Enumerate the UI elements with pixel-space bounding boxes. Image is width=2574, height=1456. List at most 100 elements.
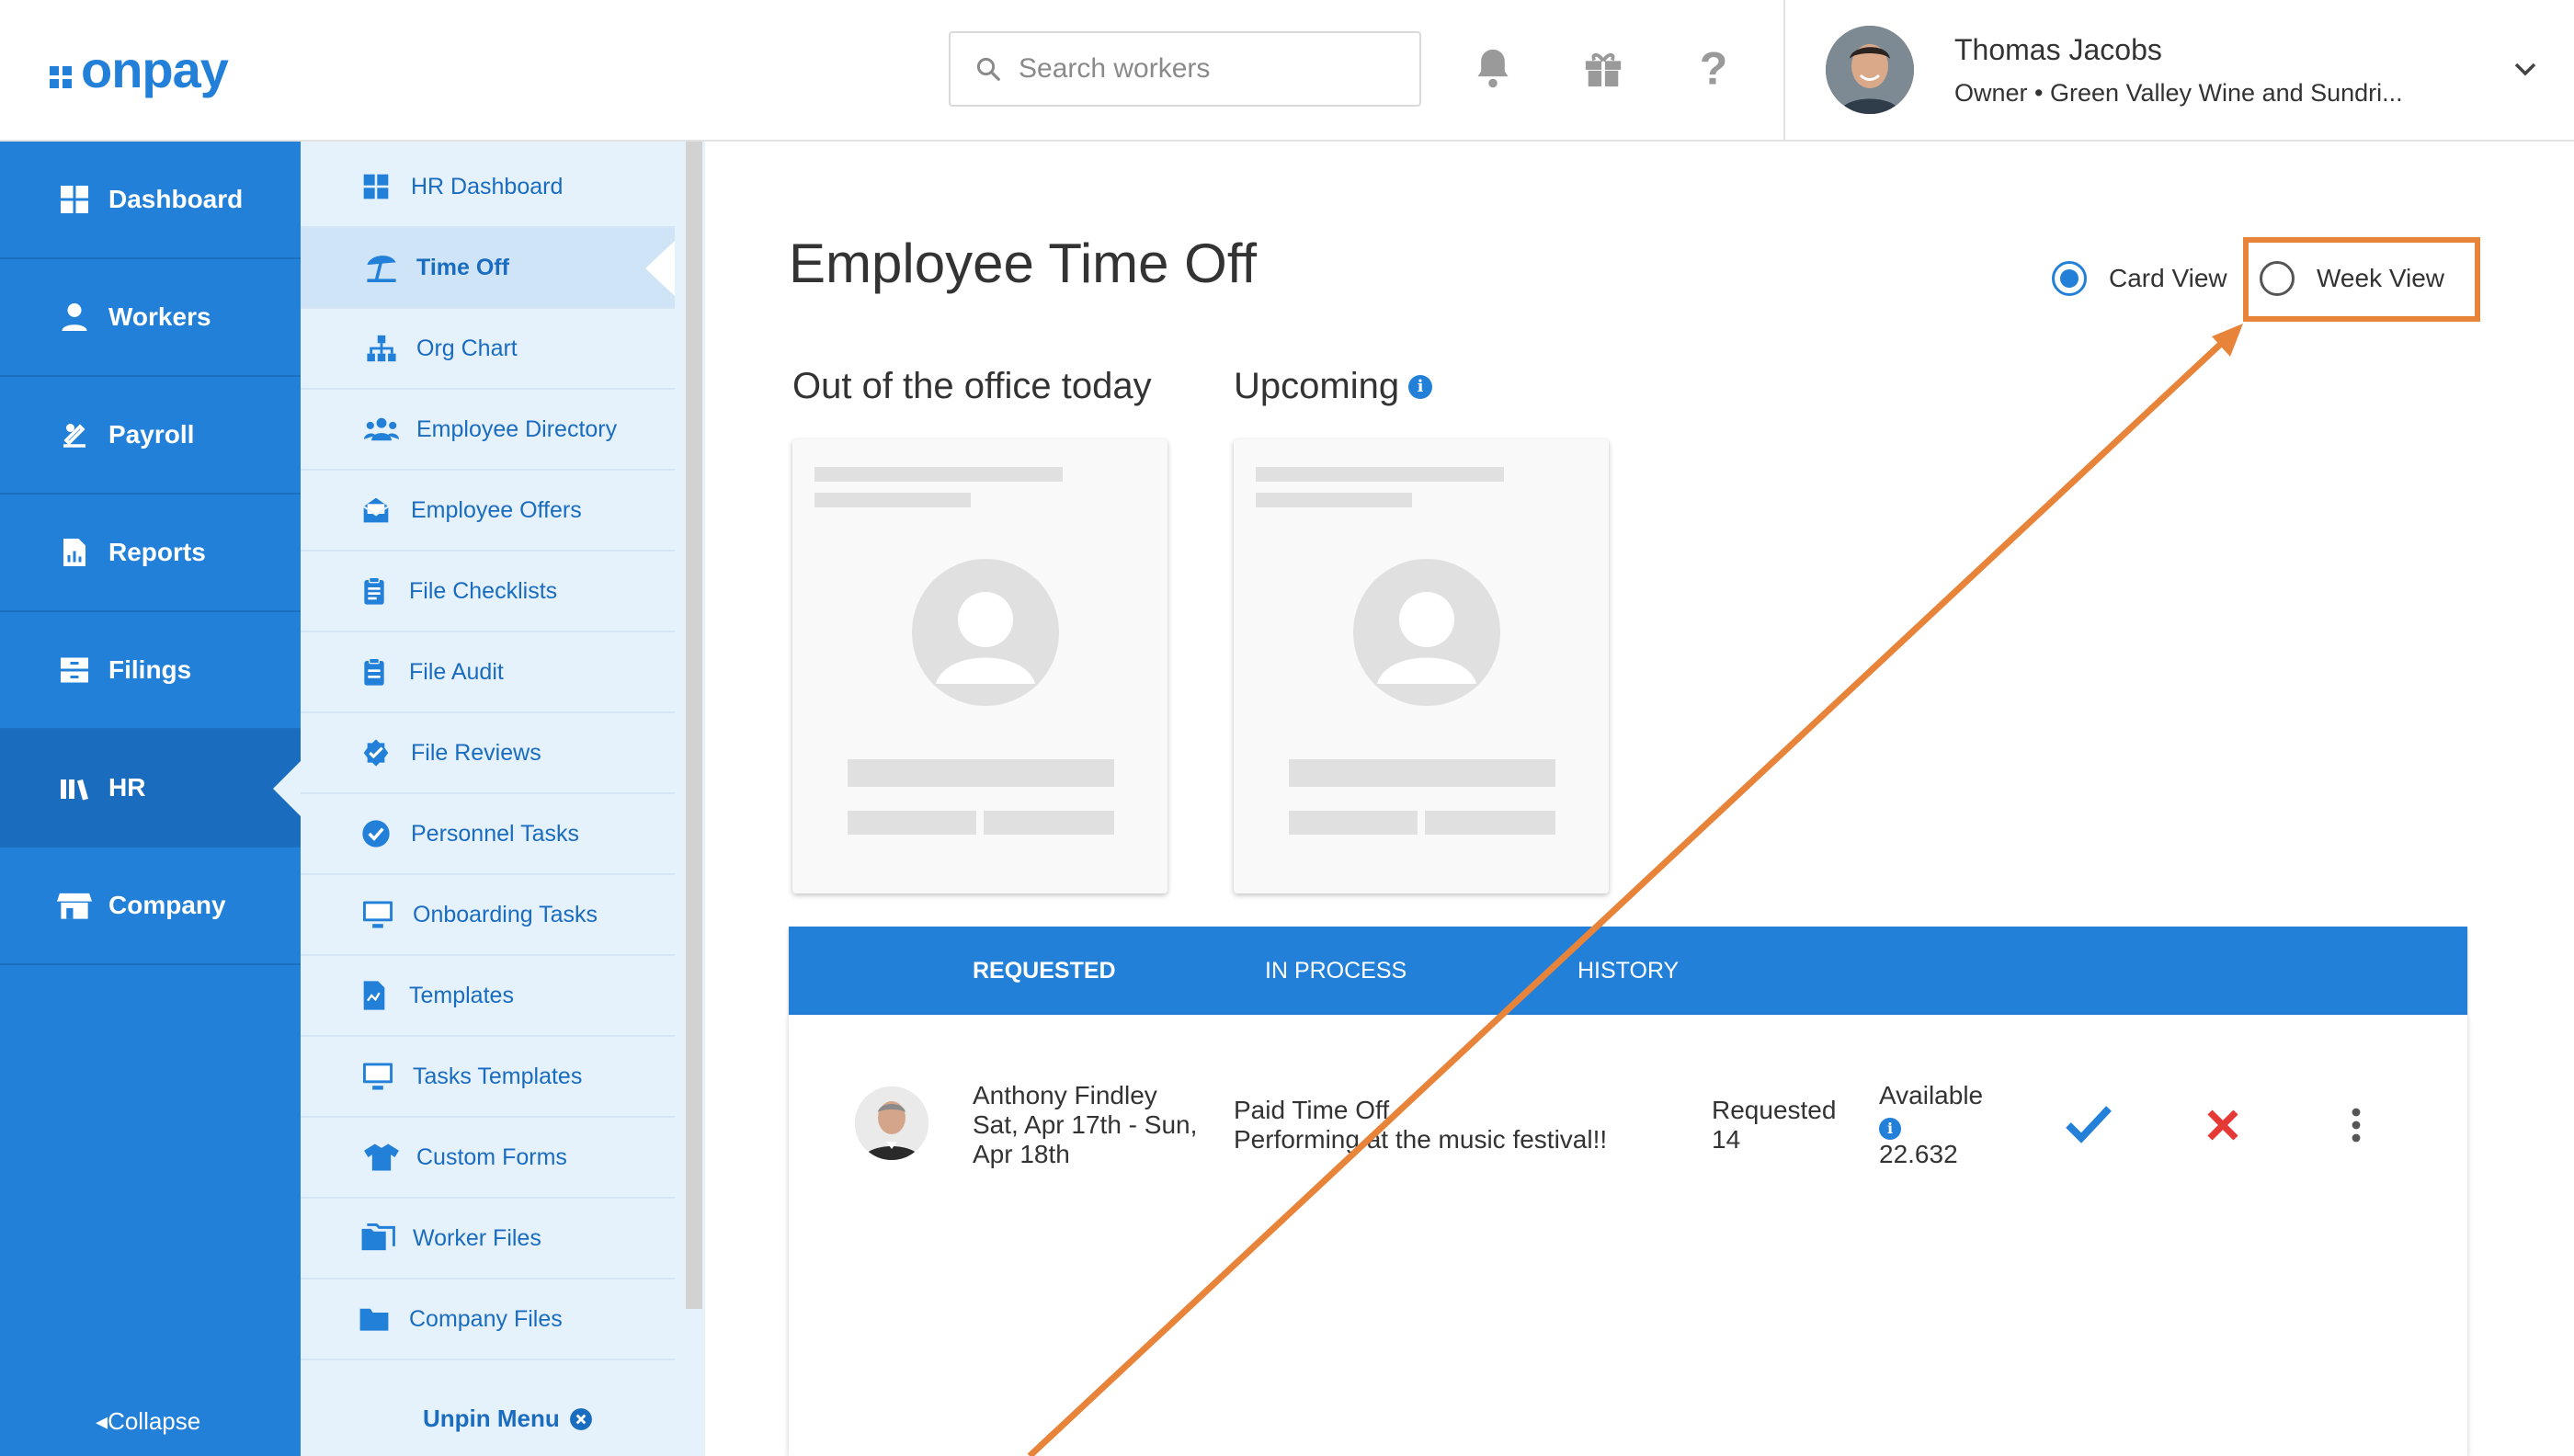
tab-history[interactable]: HISTORY (1577, 927, 1679, 1015)
subnav-item-employee-directory[interactable]: Employee Directory (301, 390, 675, 471)
main-nav-hr[interactable]: HR (0, 730, 301, 847)
request-dates-cont: Apr 18th (973, 1140, 1070, 1168)
subnav-item-tasks-templates[interactable]: Tasks Templates (301, 1037, 675, 1118)
main-nav-label: Dashboard (108, 185, 244, 213)
card-view-option[interactable]: Card View (2052, 261, 2227, 296)
reports-icon (57, 535, 92, 570)
subnav-item-custom-forms[interactable]: Custom Forms (301, 1118, 675, 1199)
upcoming-heading: Upcoming i (1234, 366, 1433, 407)
subnav-item-templates[interactable]: Templates (301, 956, 675, 1037)
subnav-scrollbar[interactable] (686, 142, 702, 1309)
chevron-down-icon[interactable] (2511, 55, 2539, 87)
beach-umbrella-icon (363, 249, 400, 286)
company-icon (57, 888, 92, 923)
gift-icon[interactable] (1576, 40, 1631, 96)
main-nav-reports[interactable]: Reports (0, 495, 301, 612)
subnav-label: Worker Files (413, 1224, 541, 1251)
main-nav-label: Workers (108, 302, 211, 331)
request-dates: Sat, Apr 17th - Sun, (973, 1110, 1198, 1139)
folder-icon (356, 1301, 393, 1337)
top-bar: onpay ? Thomas Jacobs Owner • Green Vall… (0, 0, 2574, 142)
logo-text: onpay (81, 40, 229, 98)
clipboard-icon (356, 573, 393, 609)
available-hours: Available i 22.632 (1879, 1081, 1983, 1169)
main-nav-dashboard[interactable]: Dashboard (0, 142, 301, 259)
placeholder-avatar-icon (1353, 559, 1500, 706)
main-nav-filings[interactable]: Filings (0, 612, 301, 730)
info-icon[interactable]: i (1408, 374, 1433, 399)
check-circle-icon (358, 815, 394, 852)
document-icon (356, 977, 393, 1014)
bell-icon[interactable] (1465, 40, 1520, 96)
user-avatar[interactable] (1826, 26, 1914, 114)
help-icon[interactable]: ? (1686, 40, 1741, 96)
subnav-item-company-files[interactable]: Company Files (301, 1280, 675, 1360)
subnav-item-onboarding-tasks[interactable]: Onboarding Tasks (301, 875, 675, 956)
placeholder-card (1234, 439, 1609, 893)
subnav-label: Personnel Tasks (411, 820, 579, 847)
dashboard-icon (57, 182, 92, 217)
main-nav-label: Filings (108, 655, 192, 684)
reject-x-icon[interactable] (2204, 1107, 2241, 1148)
more-vertical-icon[interactable] (2346, 1107, 2366, 1148)
subnav-item-file-audit[interactable]: File Audit (301, 632, 675, 713)
main-nav: Dashboard Workers Payroll Reports Filing… (0, 142, 301, 1456)
search-input[interactable] (1017, 52, 1407, 85)
tab-requested[interactable]: REQUESTED (973, 927, 1116, 1015)
subnav-label: Company Files (409, 1305, 563, 1332)
subnav-item-hr-dashboard[interactable]: HR Dashboard (301, 147, 675, 228)
subnav-item-file-reviews[interactable]: File Reviews (301, 713, 675, 794)
main-nav-payroll[interactable]: Payroll (0, 377, 301, 495)
upcoming-label: Upcoming (1234, 366, 1400, 406)
svg-text:?: ? (1700, 45, 1728, 91)
main-nav-workers[interactable]: Workers (0, 259, 301, 377)
tab-label: HISTORY (1577, 957, 1680, 984)
requested-hours: Requested 14 (1712, 1096, 1836, 1155)
user-subtitle: Owner • Green Valley Wine and Sundri... (1954, 79, 2403, 107)
shirt-icon (363, 1139, 400, 1176)
annotation-highlight-box (2243, 237, 2480, 322)
search-box[interactable] (949, 31, 1421, 107)
subnav-item-employee-offers[interactable]: Employee Offers (301, 471, 675, 552)
employee-info: Anthony Findley Sat, Apr 17th - Sun, Apr… (973, 1081, 1197, 1169)
subnav-label: Employee Directory (416, 415, 618, 442)
logo-mark-icon (50, 66, 72, 88)
card-view-radio[interactable] (2052, 261, 2087, 296)
subnav-item-file-checklists[interactable]: File Checklists (301, 552, 675, 632)
subnav-label: Templates (409, 982, 514, 1008)
subnav-item-org-chart[interactable]: Org Chart (301, 309, 675, 390)
info-icon[interactable]: i (1879, 1118, 1901, 1140)
envelope-icon (358, 492, 394, 529)
request-type: Paid Time Off (1234, 1096, 1390, 1124)
payroll-icon (57, 417, 92, 452)
onpay-logo[interactable]: onpay (50, 37, 229, 101)
requested-value: 14 (1712, 1125, 1741, 1154)
tab-label: IN PROCESS (1265, 957, 1407, 984)
request-details: Paid Time Off Performing at the music fe… (1234, 1096, 1607, 1155)
subnav-label: File Checklists (409, 577, 558, 604)
main-nav-company[interactable]: Company (0, 847, 301, 965)
request-note: Performing at the music festival!! (1234, 1125, 1608, 1154)
out-today-label: Out of the office today (792, 366, 1152, 406)
approve-check-icon[interactable] (2065, 1103, 2113, 1148)
out-today-heading: Out of the office today (792, 366, 1152, 407)
tab-in-process[interactable]: IN PROCESS (1265, 927, 1407, 1015)
employee-name: Anthony Findley (973, 1081, 1157, 1109)
collapse-button[interactable]: ◂Collapse (96, 1407, 200, 1436)
folders-icon (359, 1220, 396, 1257)
main-nav-label: HR (108, 773, 146, 802)
subnav-item-time-off[interactable]: Time Off (301, 228, 675, 309)
subnav-item-personnel-tasks[interactable]: Personnel Tasks (301, 794, 675, 875)
org-chart-icon (363, 330, 400, 367)
placeholder-card (792, 439, 1167, 893)
subnav-item-worker-files[interactable]: Worker Files (301, 1199, 675, 1280)
unpin-menu-button[interactable]: Unpin Menu (423, 1405, 593, 1433)
subnav-label: File Audit (409, 658, 504, 685)
monitor-icon (359, 1058, 396, 1095)
main-nav-label: Payroll (108, 420, 195, 449)
header-divider (1783, 0, 1785, 140)
grid-icon (358, 168, 394, 205)
clipboard-icon (356, 654, 393, 690)
subnav-label: Onboarding Tasks (413, 901, 598, 927)
placeholder-avatar-icon (912, 559, 1059, 706)
